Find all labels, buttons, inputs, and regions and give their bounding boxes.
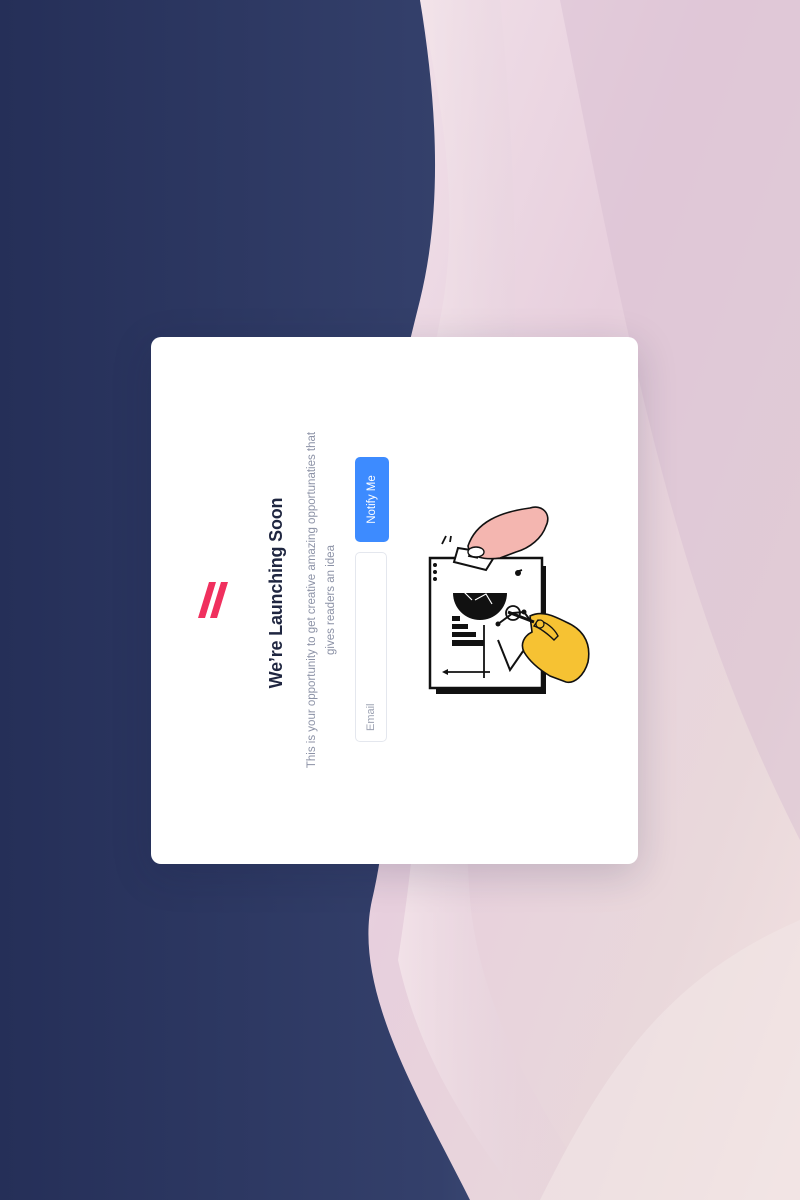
analytics-illustration xyxy=(428,506,590,694)
email-field[interactable] xyxy=(355,552,387,742)
page-description: This is your opportunity to get creative… xyxy=(306,431,337,769)
brand-logo-icon xyxy=(198,582,228,618)
notify-me-button[interactable]: Notify Me xyxy=(355,457,389,542)
page-title: We’re Launching Soon xyxy=(266,497,286,689)
